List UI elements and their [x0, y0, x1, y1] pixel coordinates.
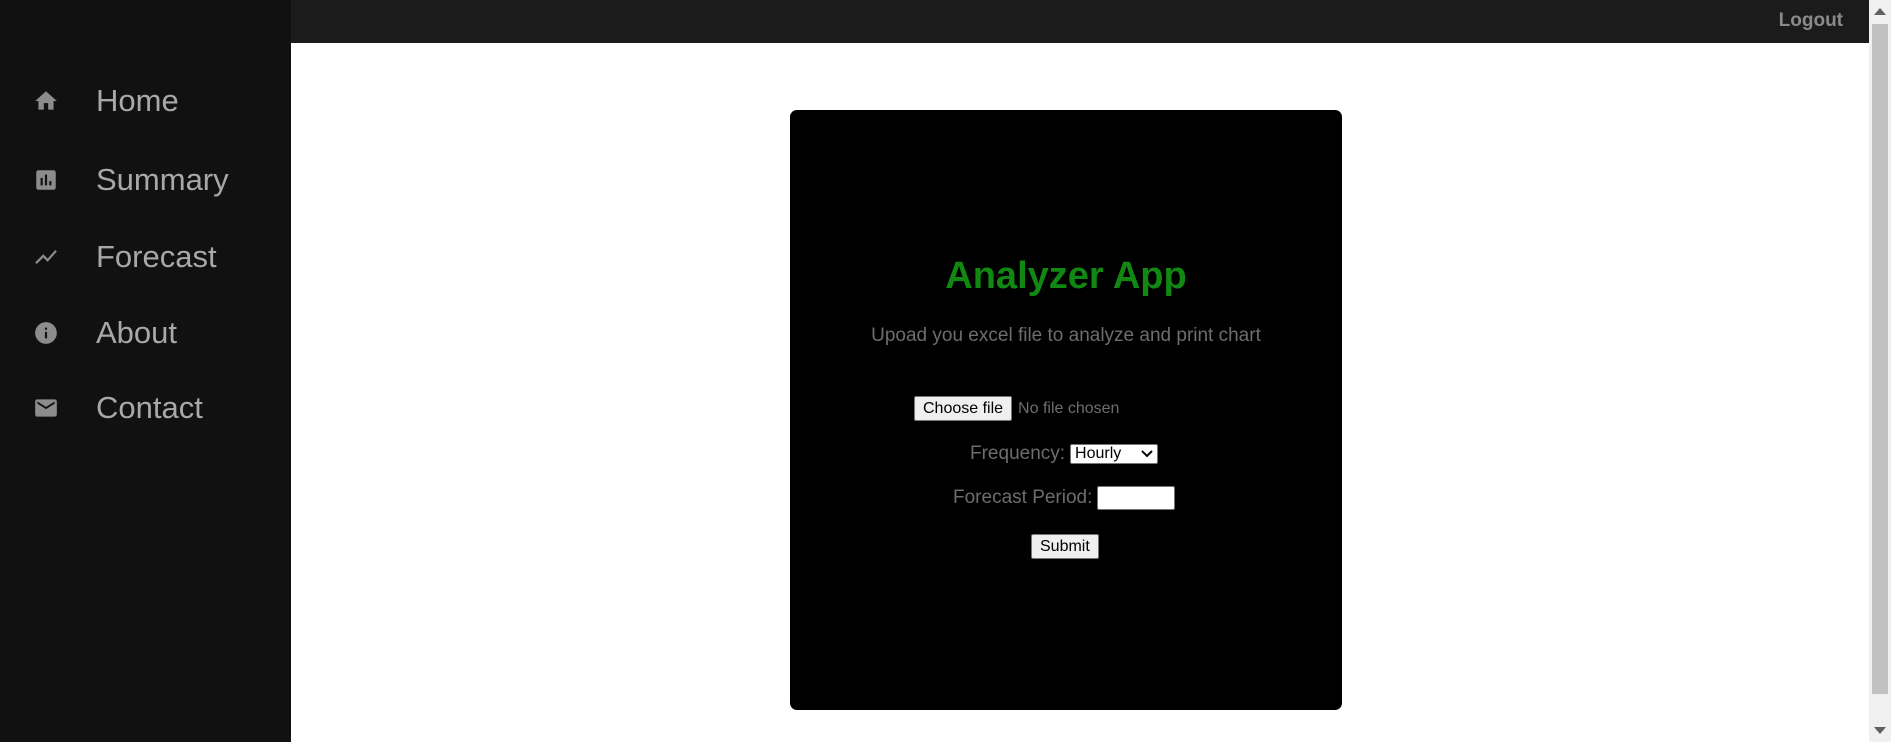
sidebar: Home Summary Forecast About Contact: [0, 0, 291, 742]
frequency-select[interactable]: Hourly: [1070, 444, 1159, 464]
sidebar-item-home[interactable]: Home: [0, 73, 291, 129]
mail-icon: [33, 395, 59, 421]
frequency-selected-value: Hourly: [1075, 445, 1122, 462]
sidebar-item-label: About: [96, 315, 178, 350]
scroll-up-arrow-icon[interactable]: [1874, 8, 1886, 15]
sidebar-item-label: Home: [96, 83, 179, 118]
scrollbar-thumb[interactable]: [1872, 24, 1888, 694]
sidebar-item-contact[interactable]: Contact: [0, 380, 291, 436]
vertical-scrollbar[interactable]: [1869, 0, 1891, 742]
sidebar-item-label: Summary: [96, 162, 229, 197]
summary-chart-icon: [33, 167, 59, 193]
trend-line-icon: [33, 244, 59, 270]
home-icon: [33, 88, 59, 114]
file-status-text: No file chosen: [1018, 399, 1120, 417]
choose-file-button[interactable]: Choose file: [914, 396, 1013, 421]
page-title: Analyzer App: [945, 255, 1187, 297]
sidebar-item-summary[interactable]: Summary: [0, 152, 291, 208]
file-upload-row: Choose file No file chosen: [914, 396, 1119, 421]
submit-button[interactable]: Submit: [1031, 534, 1099, 559]
sidebar-item-label: Contact: [96, 390, 203, 425]
sidebar-item-about[interactable]: About: [0, 305, 291, 361]
top-bar: Logout: [291, 0, 1869, 43]
info-icon: [33, 320, 59, 346]
forecast-period-input[interactable]: [1097, 486, 1176, 510]
logout-link[interactable]: Logout: [1779, 10, 1843, 32]
frequency-label: Frequency:: [970, 443, 1066, 464]
frequency-row: Frequency: Hourly: [970, 443, 1159, 465]
upload-card: Analyzer App Upoad you excel file to ana…: [790, 110, 1342, 710]
forecast-period-row: Forecast Period:: [953, 486, 1176, 510]
forecast-period-label: Forecast Period:: [953, 487, 1093, 508]
page-subtitle: Upoad you excel file to analyze and prin…: [871, 325, 1261, 346]
sidebar-item-forecast[interactable]: Forecast: [0, 229, 291, 285]
scroll-down-arrow-icon[interactable]: [1874, 727, 1886, 734]
sidebar-item-label: Forecast: [96, 239, 217, 274]
chevron-down-icon: [1141, 445, 1153, 463]
